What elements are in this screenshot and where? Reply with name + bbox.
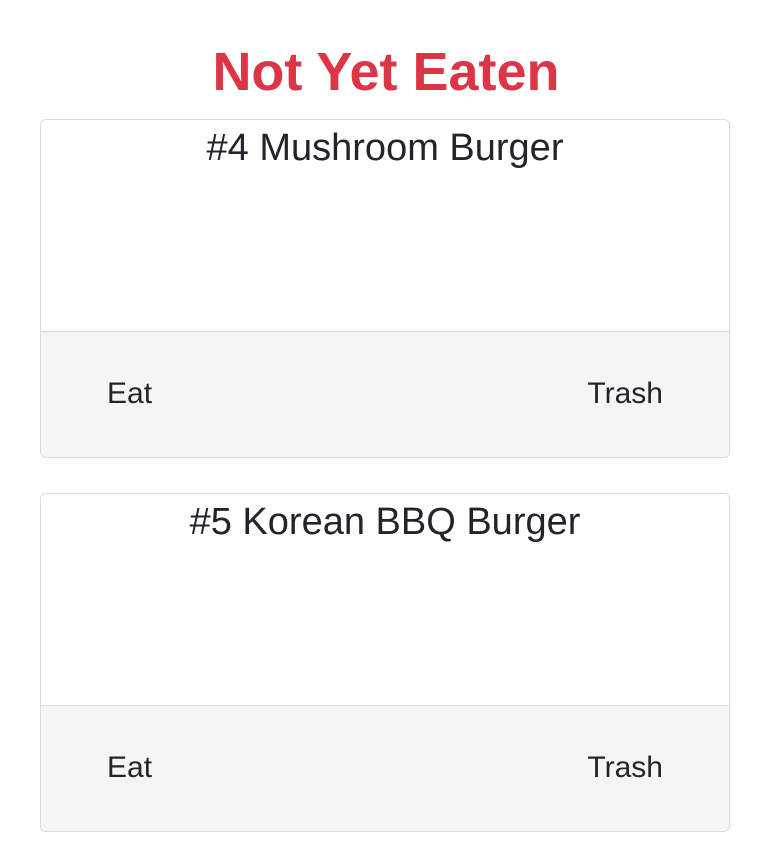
- section-title: Not Yet Eaten: [212, 42, 560, 102]
- page: Not Yet Eaten #4 Mushroom Burger Eat Tra…: [0, 0, 762, 858]
- eat-button[interactable]: Eat: [107, 376, 152, 412]
- trash-button[interactable]: Trash: [587, 376, 663, 412]
- card-footer: Eat Trash: [41, 332, 729, 457]
- eat-button[interactable]: Eat: [107, 750, 152, 786]
- card-body: #4 Mushroom Burger: [41, 120, 729, 332]
- card-body: #5 Korean BBQ Burger: [41, 494, 729, 706]
- burger-card: #5 Korean BBQ Burger Eat Trash: [40, 493, 730, 832]
- burger-card: #4 Mushroom Burger Eat Trash: [40, 119, 730, 458]
- burger-title: #5 Korean BBQ Burger: [189, 501, 581, 543]
- trash-button[interactable]: Trash: [587, 750, 663, 786]
- burger-title: #4 Mushroom Burger: [206, 127, 564, 169]
- card-footer: Eat Trash: [41, 706, 729, 831]
